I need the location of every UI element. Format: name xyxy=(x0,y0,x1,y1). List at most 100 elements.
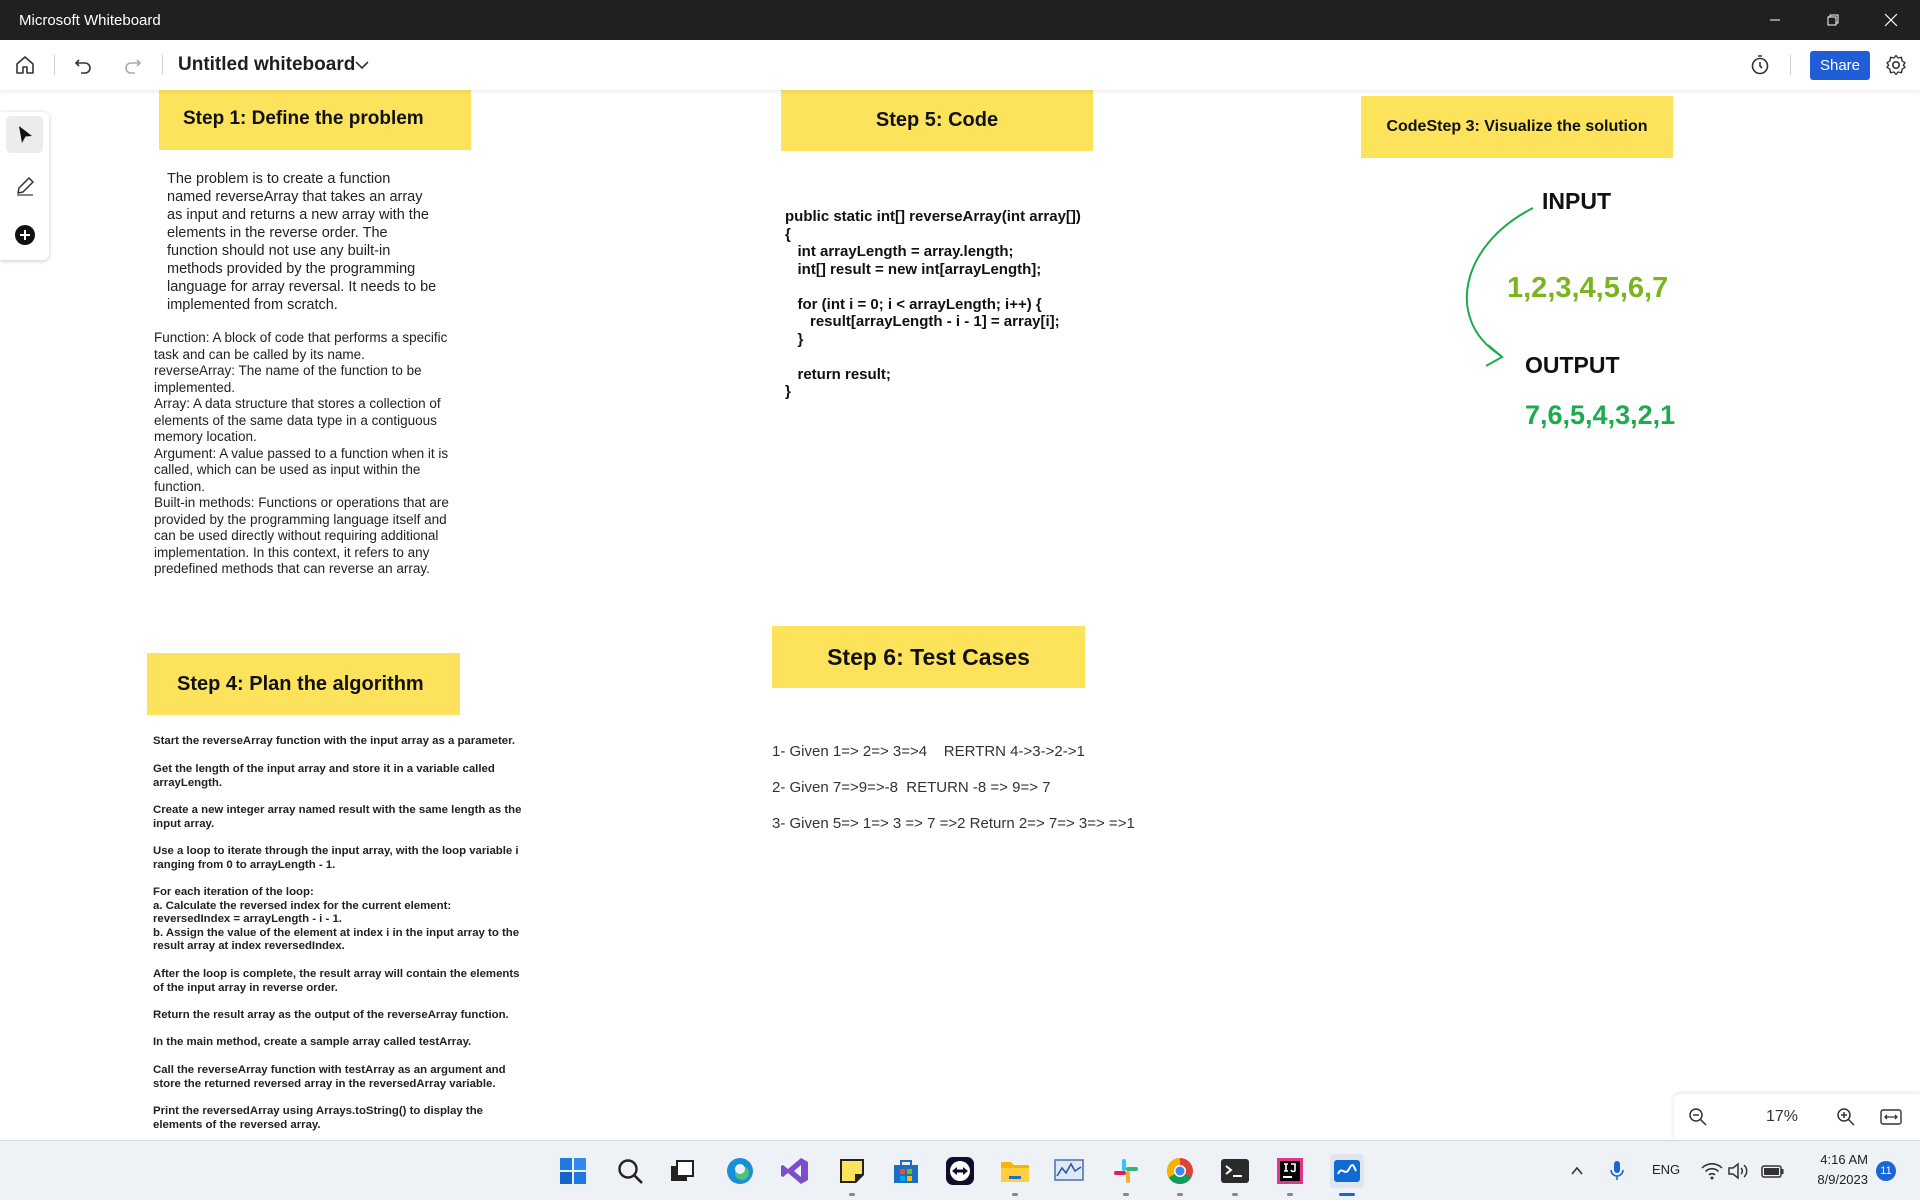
taskbar-app-performance-monitor[interactable] xyxy=(1053,1155,1085,1187)
zoom-level[interactable]: 17% xyxy=(1752,1108,1812,1126)
algorithm-step-7[interactable]: Return the result array as the output of… xyxy=(153,1009,509,1023)
test-case-3[interactable]: 3- Given 5=> 1=> 3 => 7 =>2 Return 2=> 7… xyxy=(772,815,1135,832)
board-title-dropdown[interactable] xyxy=(350,53,374,77)
algorithm-step-10[interactable]: Print the reversedArray using Arrays.toS… xyxy=(153,1105,483,1132)
sticky-note-step6[interactable]: Step 6: Test Cases xyxy=(772,626,1085,688)
algorithm-step-8[interactable]: In the main method, create a sample arra… xyxy=(153,1036,471,1050)
undo-icon xyxy=(74,59,91,74)
algorithm-step-9[interactable]: Call the reverseArray function with test… xyxy=(153,1064,506,1091)
output-value[interactable]: 7,6,5,4,3,2,1 xyxy=(1525,400,1675,431)
board-title[interactable]: Untitled whiteboard xyxy=(178,54,355,76)
sticky-note-text: Step 4: Plan the algorithm xyxy=(177,672,424,695)
restore-icon xyxy=(1827,14,1839,26)
chevron-up-icon xyxy=(1571,1166,1583,1175)
battery-button[interactable] xyxy=(1760,1155,1786,1187)
sticky-note-text: CodeStep 3: Visualize the solution xyxy=(1386,118,1648,135)
start-button[interactable] xyxy=(557,1155,589,1187)
sticky-note-step4[interactable]: Step 4: Plan the algorithm xyxy=(147,653,460,715)
toolbar-divider xyxy=(1790,55,1791,75)
whiteboard-icon xyxy=(1334,1160,1360,1182)
file-explorer-icon xyxy=(1001,1162,1029,1182)
performance-monitor-icon xyxy=(1054,1159,1084,1181)
fit-to-screen-button[interactable] xyxy=(1878,1105,1904,1129)
sticky-note-step3[interactable]: CodeStep 3: Visualize the solution xyxy=(1361,96,1673,158)
slack-icon xyxy=(1114,1159,1138,1183)
algorithm-step-1[interactable]: Start the reverseArray function with the… xyxy=(153,735,515,749)
settings-button[interactable] xyxy=(1884,53,1908,77)
taskbar-app-edge[interactable] xyxy=(724,1155,756,1187)
taskbar-app-file-explorer[interactable] xyxy=(999,1155,1031,1187)
sticky-note-text: Step 5: Code xyxy=(875,108,999,131)
sticky-notes-icon xyxy=(840,1159,864,1183)
microphone-icon xyxy=(1610,1161,1624,1180)
plus-circle-icon xyxy=(14,224,35,245)
pen-icon xyxy=(16,176,34,196)
running-indicator xyxy=(1123,1193,1129,1196)
algorithm-step-3[interactable]: Create a new integer array named result … xyxy=(153,804,521,831)
clock-time[interactable]: 4:16 AM xyxy=(1800,1152,1868,1167)
restore-button[interactable] xyxy=(1804,0,1862,40)
home-button[interactable] xyxy=(13,53,37,77)
task-view-button[interactable] xyxy=(666,1155,698,1187)
output-label[interactable]: OUTPUT xyxy=(1525,352,1620,379)
taskbar-app-slack[interactable] xyxy=(1110,1155,1142,1187)
minimize-button[interactable] xyxy=(1746,0,1804,40)
sticky-note-step5[interactable]: Step 5: Code xyxy=(781,89,1093,151)
algorithm-step-2[interactable]: Get the length of the input array and st… xyxy=(153,763,495,790)
taskbar-app-terminal[interactable] xyxy=(1219,1155,1251,1187)
search-button[interactable] xyxy=(614,1155,646,1187)
code-block[interactable]: public static int[] reverseArray(int arr… xyxy=(785,208,1081,401)
close-button[interactable] xyxy=(1862,0,1920,40)
algorithm-step-4[interactable]: Use a loop to iterate through the input … xyxy=(153,845,519,872)
taskbar-app-teamviewer[interactable] xyxy=(944,1155,976,1187)
flow-arrow[interactable] xyxy=(1450,200,1560,370)
share-button[interactable]: Share xyxy=(1810,51,1870,80)
pointer-icon xyxy=(18,125,32,143)
running-indicator xyxy=(1232,1193,1238,1196)
taskbar-app-chrome[interactable] xyxy=(1164,1155,1196,1187)
chrome-icon xyxy=(1166,1157,1193,1185)
edge-icon xyxy=(727,1158,753,1184)
zoom-in-button[interactable] xyxy=(1834,1105,1858,1129)
test-case-1[interactable]: 1- Given 1=> 2=> 3=>4 RERTRN 4->3->2->1 xyxy=(772,743,1085,760)
taskbar-app-visual-studio[interactable] xyxy=(779,1155,811,1187)
chevron-down-icon xyxy=(355,61,369,70)
volume-button[interactable] xyxy=(1726,1155,1750,1187)
redo-button[interactable] xyxy=(121,53,145,77)
clock-date[interactable]: 8/9/2023 xyxy=(1800,1172,1868,1187)
glossary-text[interactable]: Function: A block of code that performs … xyxy=(154,330,449,578)
running-indicator xyxy=(1012,1193,1018,1196)
toolbar-divider xyxy=(162,55,163,75)
algorithm-step-5[interactable]: For each iteration of the loop: a. Calcu… xyxy=(153,886,519,954)
taskbar-app-intellij[interactable] xyxy=(1274,1155,1306,1187)
timer-button[interactable] xyxy=(1748,53,1772,77)
title-bar: Microsoft Whiteboard xyxy=(0,0,1920,40)
minimize-icon xyxy=(1770,19,1780,21)
notification-badge[interactable]: 11 xyxy=(1876,1161,1896,1181)
app-title: Microsoft Whiteboard xyxy=(19,12,161,29)
select-tool[interactable] xyxy=(6,116,43,153)
start-icon xyxy=(560,1158,586,1184)
microphone-button[interactable] xyxy=(1604,1155,1630,1187)
sticky-note-step1[interactable]: Step 1: Define the problem xyxy=(159,88,471,150)
algorithm-step-6[interactable]: After the loop is complete, the result a… xyxy=(153,968,520,995)
taskbar-app-sticky-notes[interactable] xyxy=(836,1155,868,1187)
zoom-out-icon xyxy=(1689,1108,1707,1126)
search-icon xyxy=(618,1159,643,1184)
problem-paragraph[interactable]: The problem is to create a function name… xyxy=(167,170,436,314)
taskbar-app-store[interactable] xyxy=(890,1155,922,1187)
wifi-button[interactable] xyxy=(1700,1155,1724,1187)
zoom-in-icon xyxy=(1837,1108,1855,1126)
visual-studio-icon xyxy=(781,1158,808,1184)
add-button[interactable] xyxy=(6,216,43,253)
active-indicator xyxy=(1339,1193,1355,1196)
taskbar-app-whiteboard[interactable] xyxy=(1330,1154,1364,1188)
test-case-2[interactable]: 2- Given 7=>9=>-8 RETURN -8 => 9=> 7 xyxy=(772,779,1050,796)
teamviewer-icon xyxy=(946,1157,974,1185)
zoom-out-button[interactable] xyxy=(1686,1105,1710,1129)
show-hidden-icons-button[interactable] xyxy=(1564,1155,1590,1187)
pen-tool[interactable] xyxy=(6,167,43,204)
redo-icon xyxy=(125,59,142,74)
undo-button[interactable] xyxy=(71,53,95,77)
language-indicator[interactable]: ENG xyxy=(1652,1162,1680,1177)
